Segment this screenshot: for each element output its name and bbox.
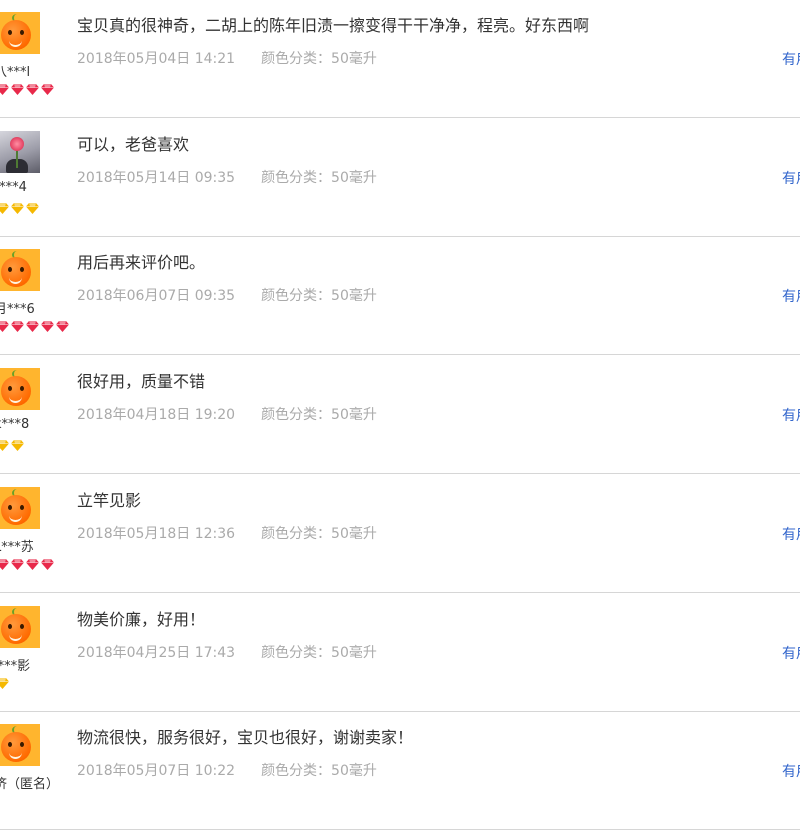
useful-button[interactable]: 有用 [782, 286, 800, 306]
review-date: 2018年05月18日 12:36 [77, 526, 236, 542]
red-diamond-icon [11, 84, 24, 95]
review-item: 月***6 用后再来评价吧。 2018年06月07日 09:35 颜色分类：50毫升 有… [0, 237, 800, 355]
gold-diamond-icon [11, 203, 24, 214]
buyer-rank-badge [0, 440, 26, 452]
taobao-mascot-avatar-icon[interactable] [0, 606, 40, 648]
taobao-mascot-avatar-icon[interactable] [0, 368, 40, 410]
review-meta: 2018年05月07日 10:22 颜色分类：50毫升 [77, 760, 377, 780]
red-diamond-icon [26, 559, 39, 570]
review-sku: 颜色分类：50毫升 [261, 170, 377, 186]
red-diamond-icon [26, 84, 39, 95]
gold-diamond-icon [0, 678, 9, 689]
reviewer-nickname: 济（匿名） [0, 777, 60, 792]
review-meta: 2018年06月07日 09:35 颜色分类：50毫升 [77, 285, 377, 305]
useful-button[interactable]: 有用 [782, 49, 800, 69]
review-sku: 颜色分类：50毫升 [261, 645, 377, 661]
review-content: 物流很快，服务很好，宝贝也很好，谢谢卖家！ [77, 728, 414, 747]
review-meta: 2018年05月14日 09:35 颜色分类：50毫升 [77, 167, 377, 187]
review-item: 济（匿名） 物流很快，服务很好，宝贝也很好，谢谢卖家！ 2018年05月07日 10… [0, 712, 800, 830]
review-meta: 2018年05月18日 12:36 颜色分类：50毫升 [77, 523, 377, 543]
review-list: 八***l 宝贝真的很神奇，二胡上的陈年旧渍一擦变得干干净净，程亮。好东西啊 201… [0, 0, 800, 830]
review-content: 物美价廉，好用！ [77, 610, 206, 629]
review-item: k***8 很好用，质量不错 2018年04月18日 19:20 颜色分类：50毫升 有… [0, 356, 800, 474]
review-date: 2018年06月07日 09:35 [77, 288, 236, 304]
gold-diamond-icon [11, 440, 24, 451]
red-diamond-icon [0, 559, 9, 570]
review-meta: 2018年05月04日 14:21 颜色分类：50毫升 [77, 48, 377, 68]
useful-button[interactable]: 有用 [782, 405, 800, 425]
red-diamond-icon [0, 84, 9, 95]
review-meta: 2018年04月18日 19:20 颜色分类：50毫升 [77, 404, 377, 424]
gold-diamond-icon [0, 203, 9, 214]
useful-button[interactable]: 有用 [782, 524, 800, 544]
review-sku: 颜色分类：50毫升 [261, 763, 377, 779]
review-date: 2018年05月14日 09:35 [77, 170, 236, 186]
reviewer-nickname: 月***6 [0, 302, 35, 317]
review-date: 2018年05月07日 10:22 [77, 763, 236, 779]
red-diamond-icon [41, 559, 54, 570]
useful-button[interactable]: 有用 [782, 643, 800, 663]
review-sku: 颜色分类：50毫升 [261, 407, 377, 423]
review-date: 2018年05月04日 14:21 [77, 51, 236, 67]
review-meta: 2018年04月25日 17:43 颜色分类：50毫升 [77, 642, 377, 662]
gold-diamond-icon [0, 440, 9, 451]
reviewer-nickname: t***4 [0, 180, 27, 195]
review-content: 很好用，质量不错 [77, 372, 206, 391]
red-diamond-icon [41, 84, 54, 95]
red-diamond-icon [11, 321, 24, 332]
review-date: 2018年04月25日 17:43 [77, 645, 236, 661]
reviewer-nickname: i***影 [0, 659, 31, 674]
taobao-mascot-avatar-icon[interactable] [0, 487, 40, 529]
red-diamond-icon [11, 559, 24, 570]
review-content: 用后再来评价吧。 [77, 253, 206, 272]
review-date: 2018年04月18日 19:20 [77, 407, 236, 423]
review-item: i***影 物美价廉，好用！ 2018年04月25日 17:43 颜色分类：50毫升 有… [0, 594, 800, 712]
red-diamond-icon [0, 321, 9, 332]
review-content: 宝贝真的很神奇，二胡上的陈年旧渍一擦变得干干净净，程亮。好东西啊 [77, 16, 590, 35]
buyer-rank-badge [0, 678, 11, 690]
buyer-rank-badge [0, 321, 71, 333]
red-diamond-icon [26, 321, 39, 332]
useful-button[interactable]: 有用 [782, 168, 800, 188]
reviewer-nickname: k***8 [0, 417, 30, 432]
red-diamond-icon [56, 321, 69, 332]
reviewer-nickname: L***苏 [0, 540, 34, 555]
review-sku: 颜色分类：50毫升 [261, 288, 377, 304]
review-sku: 颜色分类：50毫升 [261, 51, 377, 67]
red-diamond-icon [41, 321, 54, 332]
taobao-mascot-avatar-icon[interactable] [0, 249, 40, 291]
gold-diamond-icon [26, 203, 39, 214]
review-item: 八***l 宝贝真的很神奇，二胡上的陈年旧渍一擦变得干干净净，程亮。好东西啊 201… [0, 0, 800, 118]
buyer-rank-badge [0, 203, 41, 215]
useful-button[interactable]: 有用 [782, 761, 800, 781]
flower-photo-avatar-icon[interactable] [0, 131, 40, 173]
buyer-rank-badge [0, 84, 56, 96]
review-item: t***4 可以，老爸喜欢 2018年05月14日 09:35 颜色分类：50毫升 有用 [0, 119, 800, 237]
review-sku: 颜色分类：50毫升 [261, 526, 377, 542]
reviewer-nickname: 八***l [0, 65, 31, 80]
review-item: L***苏 立竿见影 2018年05月18日 12:36 颜色分类：50毫升 有用 [0, 475, 800, 593]
review-content: 立竿见影 [77, 491, 142, 510]
buyer-rank-badge [0, 559, 56, 571]
taobao-mascot-avatar-icon[interactable] [0, 12, 40, 54]
taobao-mascot-avatar-icon[interactable] [0, 724, 40, 766]
review-content: 可以，老爸喜欢 [77, 135, 190, 154]
